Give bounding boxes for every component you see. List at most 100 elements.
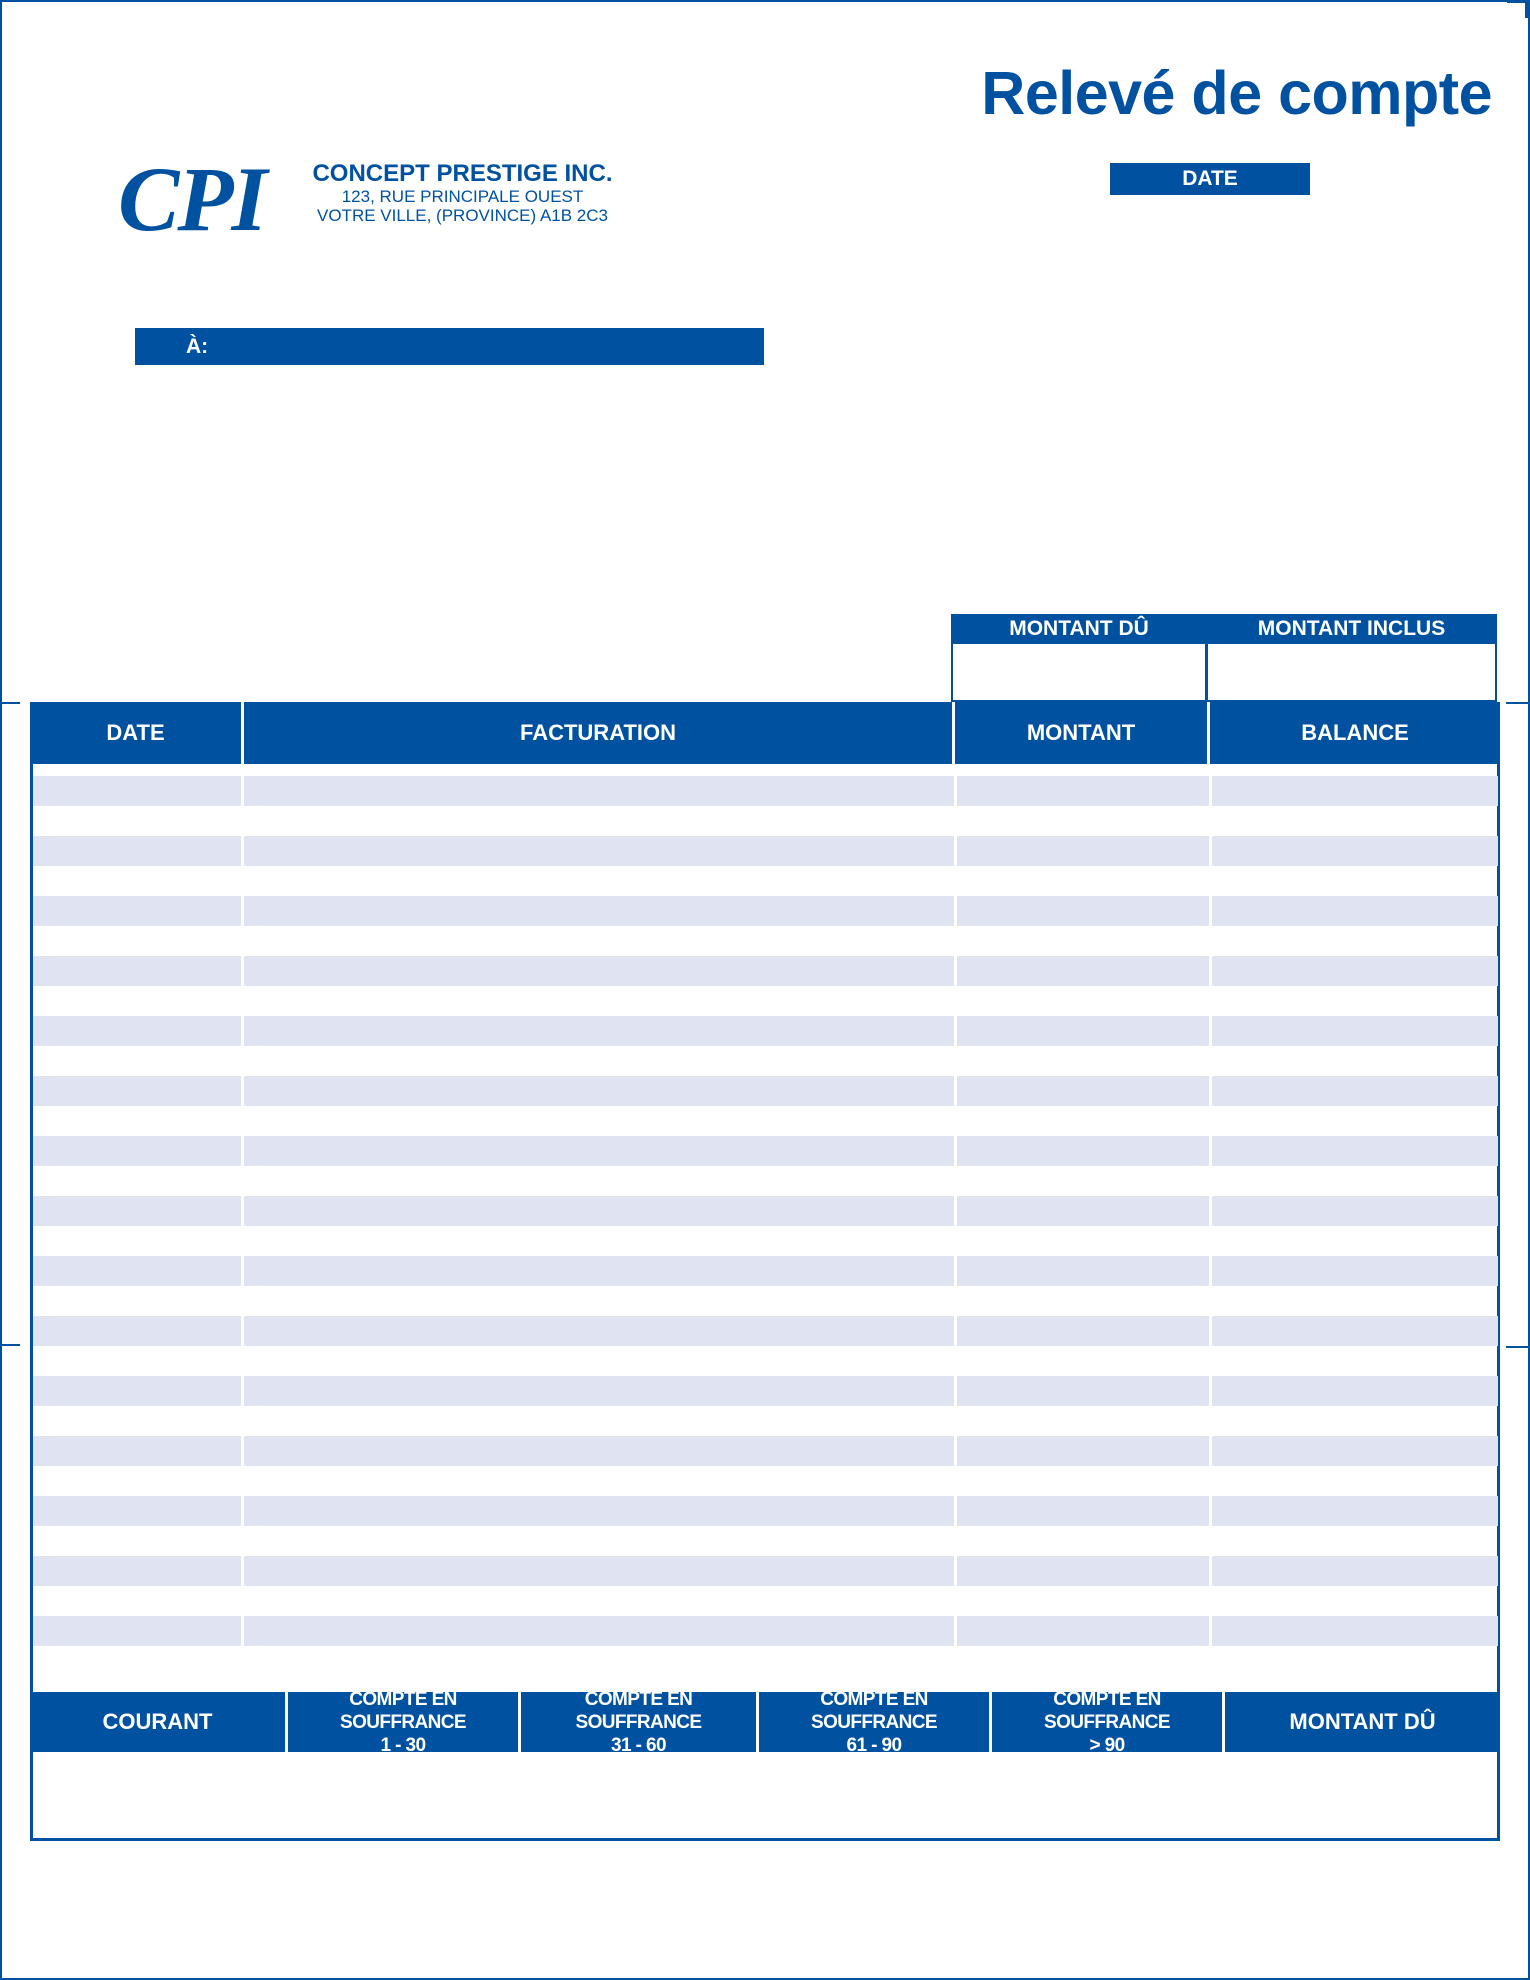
aging-61-90-label: COMPTE EN SOUFFRANCE [811, 1688, 938, 1733]
cell-date[interactable] [33, 1556, 241, 1586]
column-header-date: DATE [30, 702, 241, 764]
cell-balance[interactable] [1212, 776, 1498, 806]
corner-mark [1507, 0, 1528, 18]
aging-over-90-range: > 90 [1089, 1734, 1125, 1756]
aging-61-90-range: 61 - 90 [846, 1734, 903, 1756]
cell-date[interactable] [33, 1016, 241, 1046]
aging-31-60-range: 31 - 60 [611, 1734, 667, 1756]
cell-billing[interactable] [244, 836, 954, 866]
cell-balance[interactable] [1212, 1256, 1498, 1286]
aging-current-label: COURANT [102, 1709, 213, 1734]
table-row [33, 1376, 1498, 1406]
table-row [33, 956, 1498, 986]
cell-date[interactable] [33, 1136, 241, 1166]
cell-date[interactable] [33, 896, 241, 926]
cell-amount[interactable] [957, 1556, 1209, 1586]
cell-amount[interactable] [957, 1076, 1209, 1106]
company-name: CONCEPT PRESTIGE INC. [312, 160, 613, 187]
cell-balance[interactable] [1212, 956, 1498, 986]
cell-billing[interactable] [244, 1256, 954, 1286]
cell-billing[interactable] [244, 1076, 954, 1106]
company-address-line2: VOTRE VILLE, (PROVINCE) A1B 2C3 [317, 206, 608, 225]
cell-amount[interactable] [957, 896, 1209, 926]
date-label: DATE [1110, 163, 1310, 195]
cell-billing[interactable] [244, 1196, 954, 1226]
cell-date[interactable] [33, 1256, 241, 1286]
cell-date[interactable] [33, 1436, 241, 1466]
cell-balance[interactable] [1212, 1076, 1498, 1106]
cell-balance[interactable] [1212, 1316, 1498, 1346]
cell-billing[interactable] [244, 1016, 954, 1046]
cell-amount[interactable] [957, 1136, 1209, 1166]
cell-balance[interactable] [1212, 836, 1498, 866]
table-row [33, 1256, 1498, 1286]
table-row [33, 1316, 1498, 1346]
cell-date[interactable] [33, 1196, 241, 1226]
company-address-line1: 123, RUE PRINCIPALE OUEST [341, 187, 584, 206]
table-row [33, 1556, 1498, 1586]
cell-billing[interactable] [244, 1556, 954, 1586]
table-row [33, 1616, 1498, 1646]
cell-date[interactable] [33, 1496, 241, 1526]
table-header: DATE FACTURATION MONTANT BALANCE [30, 702, 1500, 764]
table-row [33, 1076, 1498, 1106]
cell-balance[interactable] [1212, 1376, 1498, 1406]
aging-amount-due: MONTANT DÛ [1222, 1692, 1500, 1752]
cell-balance[interactable] [1212, 1136, 1498, 1166]
cell-date[interactable] [33, 1316, 241, 1346]
aging-1-30-label: COMPTE EN SOUFFRANCE [340, 1688, 467, 1733]
cell-date[interactable] [33, 1616, 241, 1646]
table-row [33, 1136, 1498, 1166]
cell-amount[interactable] [957, 1016, 1209, 1046]
table-body [33, 776, 1498, 1676]
aging-header: COURANT COMPTE EN SOUFFRANCE 1 - 30 COMPT… [30, 1689, 1500, 1756]
cell-balance[interactable] [1212, 896, 1498, 926]
cell-balance[interactable] [1212, 1616, 1498, 1646]
cell-billing[interactable] [244, 1316, 954, 1346]
table-row [33, 1016, 1498, 1046]
amount-due-box: MONTANT DÛ [951, 614, 1207, 702]
cell-date[interactable] [33, 1076, 241, 1106]
cell-amount[interactable] [957, 1376, 1209, 1406]
fold-mark-left-bottom [0, 1344, 20, 1346]
cell-amount[interactable] [957, 1256, 1209, 1286]
cell-billing[interactable] [244, 1616, 954, 1646]
table-row [33, 1436, 1498, 1466]
company-logo: CPI [118, 148, 267, 250]
cell-billing[interactable] [244, 1436, 954, 1466]
statement-table: DATE FACTURATION MONTANT BALANCE COURANT… [30, 702, 1500, 1841]
fold-mark-left-top [0, 702, 20, 704]
aging-over-90-label: COMPTE EN SOUFFRANCE [1044, 1688, 1171, 1733]
cell-billing[interactable] [244, 1496, 954, 1526]
aging-current: COURANT [30, 1692, 285, 1752]
cell-amount[interactable] [957, 1496, 1209, 1526]
column-header-amount: MONTANT [952, 702, 1207, 764]
aging-31-60: COMPTE EN SOUFFRANCE 31 - 60 [518, 1689, 756, 1756]
recipient-label: À: [186, 334, 209, 358]
cell-amount[interactable] [957, 1616, 1209, 1646]
cell-amount[interactable] [957, 1196, 1209, 1226]
cell-billing[interactable] [244, 1136, 954, 1166]
cell-balance[interactable] [1212, 1556, 1498, 1586]
cell-balance[interactable] [1212, 1196, 1498, 1226]
cell-amount[interactable] [957, 776, 1209, 806]
cell-balance[interactable] [1212, 1016, 1498, 1046]
fold-mark-right-top [1506, 702, 1528, 704]
cell-amount[interactable] [957, 956, 1209, 986]
cell-amount[interactable] [957, 1436, 1209, 1466]
amount-included-box: MONTANT INCLUS [1206, 614, 1497, 702]
cell-date[interactable] [33, 956, 241, 986]
cell-balance[interactable] [1212, 1496, 1498, 1526]
cell-date[interactable] [33, 1376, 241, 1406]
amount-due-label: MONTANT DÛ [953, 614, 1205, 644]
cell-date[interactable] [33, 776, 241, 806]
cell-amount[interactable] [957, 836, 1209, 866]
cell-billing[interactable] [244, 776, 954, 806]
cell-billing[interactable] [244, 896, 954, 926]
cell-date[interactable] [33, 836, 241, 866]
cell-billing[interactable] [244, 1376, 954, 1406]
cell-billing[interactable] [244, 956, 954, 986]
cell-amount[interactable] [957, 1316, 1209, 1346]
cell-balance[interactable] [1212, 1436, 1498, 1466]
column-header-balance: BALANCE [1207, 702, 1500, 764]
